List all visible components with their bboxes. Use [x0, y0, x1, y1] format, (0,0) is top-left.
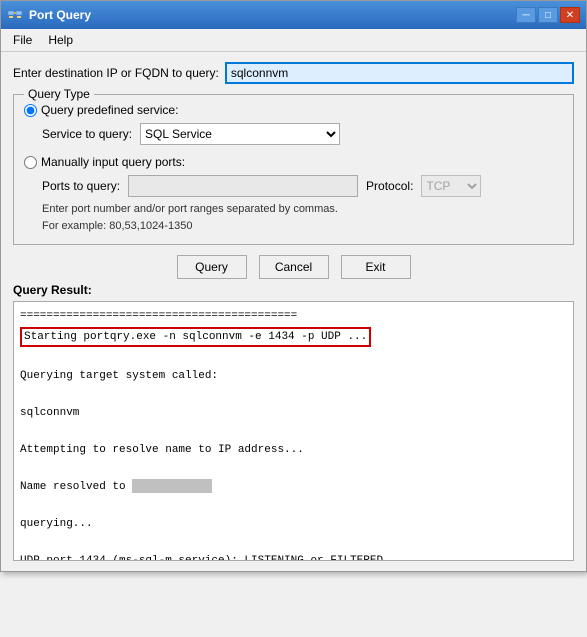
result-separator: ========================================…	[20, 308, 567, 325]
protocol-label: Protocol:	[366, 179, 413, 193]
result-udp-listening: UDP port 1434 (ms-sql-m service): LISTEN…	[20, 553, 567, 562]
radio-predefined-label: Query predefined service:	[41, 103, 178, 117]
title-buttons: ─ □ ✕	[516, 7, 580, 23]
dest-label: Enter destination IP or FQDN to query:	[13, 66, 219, 80]
result-blank4	[20, 460, 567, 477]
result-name-resolved: Name resolved to	[20, 479, 567, 496]
menu-help[interactable]: Help	[40, 31, 81, 49]
menu-file[interactable]: File	[5, 31, 40, 49]
radio-manual[interactable]	[24, 156, 37, 169]
group-legend: Query Type	[24, 87, 94, 101]
query-button[interactable]: Query	[177, 255, 247, 279]
cancel-button[interactable]: Cancel	[259, 255, 329, 279]
dest-input[interactable]	[225, 62, 574, 84]
radio-predefined[interactable]	[24, 104, 37, 117]
dest-row: Enter destination IP or FQDN to query:	[13, 62, 574, 84]
result-blank3	[20, 423, 567, 440]
radio-predefined-row: Query predefined service:	[24, 103, 563, 117]
result-label: Query Result:	[13, 283, 574, 297]
result-box[interactable]: ========================================…	[13, 301, 574, 561]
service-label: Service to query:	[42, 127, 132, 141]
hint-text: Enter port number and/or port ranges sep…	[42, 201, 563, 234]
button-row: Query Cancel Exit	[13, 255, 574, 279]
main-content: Enter destination IP or FQDN to query: Q…	[1, 52, 586, 571]
result-blank2	[20, 386, 567, 403]
result-querying-target: Querying target system called:	[20, 368, 567, 385]
result-blank6	[20, 534, 567, 551]
query-type-group: Query Type Query predefined service: Ser…	[13, 94, 574, 245]
ports-label: Ports to query:	[42, 179, 120, 193]
close-button[interactable]: ✕	[560, 7, 580, 23]
menu-bar: File Help	[1, 29, 586, 52]
result-starting: Starting portqry.exe -n sqlconnvm -e 143…	[20, 327, 567, 348]
result-blank5	[20, 497, 567, 514]
title-bar-left: Port Query	[7, 7, 91, 23]
starting-highlight: Starting portqry.exe -n sqlconnvm -e 143…	[20, 327, 371, 348]
ip-redacted	[132, 479, 212, 493]
ports-input[interactable]	[128, 175, 358, 197]
maximize-button[interactable]: □	[538, 7, 558, 23]
radio-manual-label: Manually input query ports:	[41, 155, 185, 169]
result-hostname: sqlconnvm	[20, 405, 567, 422]
result-blank1	[20, 349, 567, 366]
ports-row: Ports to query: Protocol: TCP	[42, 175, 563, 197]
radio-manual-row: Manually input query ports:	[24, 155, 563, 169]
exit-button[interactable]: Exit	[341, 255, 411, 279]
minimize-button[interactable]: ─	[516, 7, 536, 23]
service-row: Service to query: SQL Service	[42, 123, 563, 145]
service-select[interactable]: SQL Service	[140, 123, 340, 145]
protocol-select[interactable]: TCP	[421, 175, 481, 197]
hint-line2: For example: 80,53,1024-1350	[42, 218, 563, 235]
window-icon	[7, 7, 23, 23]
result-resolving: Attempting to resolve name to IP address…	[20, 442, 567, 459]
result-querying: querying...	[20, 516, 567, 533]
window-title: Port Query	[29, 8, 91, 22]
main-window: Port Query ─ □ ✕ File Help Enter destina…	[0, 0, 587, 572]
title-bar: Port Query ─ □ ✕	[1, 1, 586, 29]
hint-line1: Enter port number and/or port ranges sep…	[42, 201, 563, 218]
